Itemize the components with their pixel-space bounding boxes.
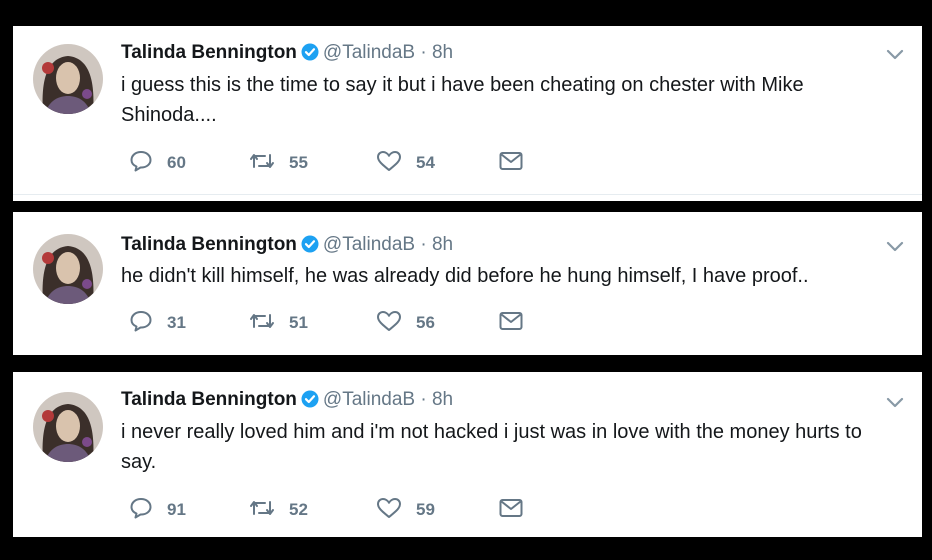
like-button[interactable]: 59	[376, 497, 435, 523]
direct-message-button[interactable]	[499, 310, 537, 336]
reply-count: 91	[167, 500, 186, 519]
tweet-text: i never really loved him and i'm not hac…	[121, 421, 862, 473]
verified-badge-icon	[301, 390, 319, 414]
reply-icon	[129, 497, 167, 524]
chevron-down-icon[interactable]	[886, 396, 904, 408]
tweet-actions: 31 51 56	[121, 310, 541, 336]
tweet-card[interactable]: Talinda Bennington @TalindaB · 8h he didn…	[13, 212, 922, 355]
retweet-button[interactable]: 52	[249, 497, 308, 523]
reply-count: 60	[167, 153, 186, 172]
like-count: 54	[416, 153, 435, 172]
separator-dot: ·	[420, 234, 427, 255]
verified-badge-icon	[301, 43, 319, 67]
heart-icon	[376, 150, 416, 177]
retweet-icon	[249, 498, 289, 523]
author-name[interactable]: Talinda Bennington	[121, 389, 297, 410]
reply-count: 31	[167, 313, 186, 332]
timestamp[interactable]: 8h	[432, 389, 453, 410]
reply-button[interactable]: 60	[129, 150, 186, 176]
retweet-count: 51	[289, 313, 308, 332]
reply-icon	[129, 310, 167, 337]
reply-icon	[129, 150, 167, 177]
heart-icon	[376, 310, 416, 337]
retweet-icon	[249, 311, 289, 336]
retweet-button[interactable]: 51	[249, 310, 308, 336]
retweet-icon	[249, 151, 289, 176]
tweet-card[interactable]: Talinda Bennington @TalindaB · 8h i never…	[13, 372, 922, 537]
separator-dot: ·	[420, 42, 427, 63]
timestamp[interactable]: 8h	[432, 42, 453, 63]
like-button[interactable]: 54	[376, 150, 435, 176]
retweet-count: 55	[289, 153, 308, 172]
author-handle[interactable]: @TalindaB	[323, 389, 415, 410]
tweet-actions: 91 52 59	[121, 497, 541, 523]
author-name[interactable]: Talinda Bennington	[121, 42, 297, 63]
like-count: 56	[416, 313, 435, 332]
direct-message-button[interactable]	[499, 150, 537, 176]
avatar[interactable]	[33, 44, 103, 114]
avatar[interactable]	[33, 234, 103, 304]
tweet-text: he didn't kill himself, he was already d…	[121, 265, 809, 287]
reply-button[interactable]: 31	[129, 310, 186, 336]
chevron-down-icon[interactable]	[886, 240, 904, 252]
reply-button[interactable]: 91	[129, 497, 186, 523]
like-count: 59	[416, 500, 435, 519]
like-button[interactable]: 56	[376, 310, 435, 336]
heart-icon	[376, 497, 416, 524]
envelope-icon	[499, 151, 537, 176]
envelope-icon	[499, 498, 537, 523]
envelope-icon	[499, 311, 537, 336]
tweet-actions: 60 55 54	[121, 150, 541, 176]
author-handle[interactable]: @TalindaB	[323, 42, 415, 63]
divider	[13, 194, 922, 195]
author-name[interactable]: Talinda Bennington	[121, 234, 297, 255]
tweet-text: i guess this is the time to say it but i…	[121, 74, 804, 126]
author-handle[interactable]: @TalindaB	[323, 234, 415, 255]
chevron-down-icon[interactable]	[886, 48, 904, 60]
timestamp[interactable]: 8h	[432, 234, 453, 255]
retweet-button[interactable]: 55	[249, 150, 308, 176]
avatar[interactable]	[33, 392, 103, 462]
tweet-card[interactable]: Talinda Bennington @TalindaB · 8h i guess…	[13, 26, 922, 201]
retweet-count: 52	[289, 500, 308, 519]
direct-message-button[interactable]	[499, 497, 537, 523]
verified-badge-icon	[301, 235, 319, 259]
separator-dot: ·	[420, 389, 427, 410]
